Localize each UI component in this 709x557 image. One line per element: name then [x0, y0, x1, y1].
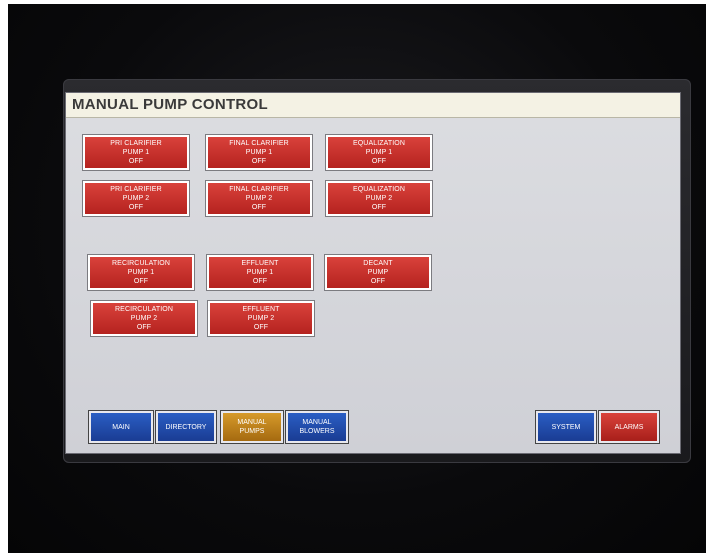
pump-status: OFF [253, 324, 269, 331]
manual-pumps-nav-button[interactable]: MANUAL PUMPS [220, 410, 284, 444]
pump-name: EQUALIZATION [352, 186, 406, 193]
pump-status: OFF [251, 204, 267, 211]
pump-name: DECANT [363, 260, 393, 267]
nav-label-line2: BLOWERS [299, 428, 335, 435]
pump-number: PUMP [367, 269, 389, 276]
pump-status: OFF [252, 278, 268, 285]
final-clarifier-pump-1-button[interactable]: FINAL CLARIFIER PUMP 1 OFF [205, 134, 313, 171]
nav-label-line1: MANUAL [302, 419, 332, 426]
pump-number: PUMP 1 [245, 149, 273, 156]
pump-number: PUMP 2 [247, 315, 275, 322]
pump-status: OFF [370, 278, 386, 285]
pump-name: EQUALIZATION [352, 140, 406, 147]
pump-number: PUMP 1 [127, 269, 155, 276]
nav-label-line2: PUMPS [239, 428, 265, 435]
nav-label: ALARMS [614, 423, 644, 431]
pump-status: OFF [128, 158, 144, 165]
pump-number: PUMP 1 [365, 149, 393, 156]
pump-name: RECIRCULATION [115, 306, 173, 313]
manual-blowers-nav-button[interactable]: MANUAL BLOWERS [285, 410, 349, 444]
page-title: MANUAL PUMP CONTROL [72, 96, 268, 113]
final-clarifier-pump-2-button[interactable]: FINAL CLARIFIER PUMP 2 OFF [205, 180, 313, 217]
pump-number: PUMP 2 [122, 195, 150, 202]
pump-number: PUMP 2 [130, 315, 158, 322]
directory-nav-button[interactable]: DIRECTORY [155, 410, 217, 444]
alarms-nav-button[interactable]: ALARMS [598, 410, 660, 444]
effluent-pump-2-button[interactable]: EFFLUENT PUMP 2 OFF [207, 300, 315, 337]
pump-name: EFFLUENT [241, 260, 279, 267]
equalization-pump-1-button[interactable]: EQUALIZATION PUMP 1 OFF [325, 134, 433, 171]
title-bar: MANUAL PUMP CONTROL [66, 93, 680, 118]
pump-status: OFF [371, 158, 387, 165]
pump-status: OFF [133, 278, 149, 285]
main-nav-button[interactable]: MAIN [88, 410, 154, 444]
system-nav-button[interactable]: SYSTEM [535, 410, 597, 444]
recirculation-pump-1-button[interactable]: RECIRCULATION PUMP 1 OFF [87, 254, 195, 291]
pri-clarifier-pump-2-button[interactable]: PRI CLARIFIER PUMP 2 OFF [82, 180, 190, 217]
pump-number: PUMP 1 [122, 149, 150, 156]
nav-label: SYSTEM [551, 423, 581, 431]
pri-clarifier-pump-1-button[interactable]: PRI CLARIFIER PUMP 1 OFF [82, 134, 190, 171]
pump-status: OFF [128, 204, 144, 211]
pump-name: PRI CLARIFIER [110, 186, 162, 193]
nav-label: DIRECTORY [165, 423, 207, 431]
pump-number: PUMP 2 [365, 195, 393, 202]
decant-pump-button[interactable]: DECANT PUMP OFF [324, 254, 432, 291]
pump-status: OFF [136, 324, 152, 331]
pump-name: FINAL CLARIFIER [229, 186, 289, 193]
recirculation-pump-2-button[interactable]: RECIRCULATION PUMP 2 OFF [90, 300, 198, 337]
hmi-screen: MANUAL PUMP CONTROL PRI CLARIFIER PUMP 1… [65, 92, 681, 454]
nav-label-line1: MANUAL [237, 419, 267, 426]
pump-number: PUMP 1 [246, 269, 274, 276]
pump-name: FINAL CLARIFIER [229, 140, 289, 147]
effluent-pump-1-button[interactable]: EFFLUENT PUMP 1 OFF [206, 254, 314, 291]
pump-status: OFF [371, 204, 387, 211]
pump-name: RECIRCULATION [112, 260, 170, 267]
pump-name: PRI CLARIFIER [110, 140, 162, 147]
pump-name: EFFLUENT [242, 306, 280, 313]
equalization-pump-2-button[interactable]: EQUALIZATION PUMP 2 OFF [325, 180, 433, 217]
pump-number: PUMP 2 [245, 195, 273, 202]
nav-label: MAIN [112, 423, 130, 431]
pump-status: OFF [251, 158, 267, 165]
